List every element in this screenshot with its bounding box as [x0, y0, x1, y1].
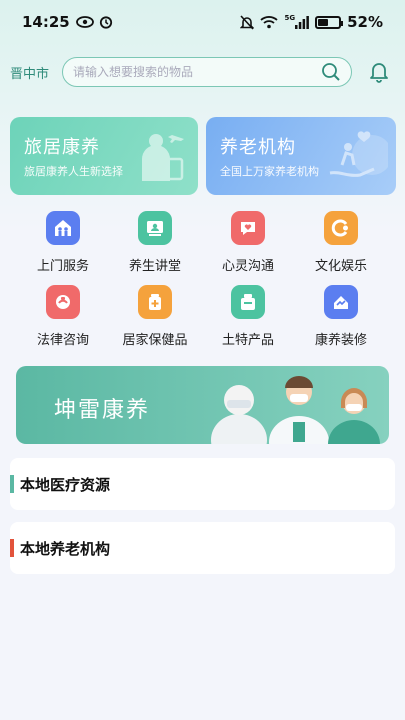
service-label: 养生讲堂 — [128, 259, 181, 274]
lecture-icon — [138, 211, 172, 245]
service-home-visit[interactable]: 上门服务 — [18, 211, 108, 274]
local-product-icon — [231, 285, 265, 319]
section-accent-bar — [10, 539, 14, 557]
service-label: 康养装修 — [314, 333, 367, 348]
city-selector[interactable]: 晋中市 — [10, 63, 62, 82]
network-type-label: 5G — [284, 14, 296, 22]
medical-staff-illustration-icon — [211, 376, 380, 444]
law-icon — [46, 285, 80, 319]
service-label: 土特产品 — [221, 333, 274, 348]
service-label: 居家保健品 — [122, 333, 188, 348]
alarm-icon — [99, 16, 112, 29]
service-local-specialties[interactable]: 土特产品 — [203, 285, 293, 348]
section-title: 本地医疗资源 — [20, 475, 111, 494]
local-medical-resources-section[interactable]: 本地医疗资源 — [10, 458, 395, 510]
elderly-care-card[interactable]: 养老机构 全国上万家养老机构 — [206, 117, 396, 195]
home-people-icon — [46, 211, 80, 245]
health-product-icon — [138, 285, 172, 319]
notification-bell-icon[interactable] — [369, 61, 389, 83]
search-input[interactable] — [73, 65, 321, 79]
service-home-health-products[interactable]: 居家保健品 — [110, 285, 200, 348]
search-bar[interactable] — [62, 57, 352, 87]
service-label: 法律咨询 — [36, 333, 89, 348]
service-legal-consulting[interactable]: 法律咨询 — [18, 285, 108, 348]
status-time: 14:25 — [22, 13, 70, 31]
travel-wellness-subtitle: 旅居康养人生新选择 — [24, 165, 123, 178]
header: 晋中市 — [0, 56, 405, 88]
service-label: 心灵沟通 — [221, 259, 274, 274]
search-icon[interactable] — [321, 62, 341, 82]
status-bar: 14:25 5G 52% — [0, 0, 405, 44]
signal-icon — [295, 15, 309, 29]
culture-icon — [324, 211, 358, 245]
kunlei-wellness-banner[interactable]: 坤雷康养 — [16, 366, 389, 444]
eye-icon — [75, 16, 94, 28]
mute-icon — [240, 14, 255, 30]
wifi-icon — [260, 16, 279, 29]
banner-title: 坤雷康养 — [54, 398, 151, 423]
section-title: 本地养老机构 — [20, 539, 111, 558]
section-accent-bar — [10, 475, 14, 493]
heart-chat-icon — [231, 211, 265, 245]
battery-percent: 52% — [347, 13, 383, 31]
local-elderly-care-section[interactable]: 本地养老机构 — [10, 522, 395, 574]
service-label: 文化娱乐 — [314, 259, 367, 274]
service-wellness-renovation[interactable]: 康养装修 — [296, 285, 386, 348]
service-label: 上门服务 — [36, 259, 89, 274]
service-culture-entertainment[interactable]: 文化娱乐 — [296, 211, 386, 274]
elderly-care-subtitle: 全国上万家养老机构 — [220, 165, 319, 178]
battery-icon — [315, 15, 344, 29]
travel-wellness-card[interactable]: 旅居康养 旅居康养人生新选择 — [10, 117, 198, 195]
renovation-icon — [324, 285, 358, 319]
service-health-lecture[interactable]: 养生讲堂 — [110, 211, 200, 274]
service-spiritual-communication[interactable]: 心灵沟通 — [203, 211, 293, 274]
